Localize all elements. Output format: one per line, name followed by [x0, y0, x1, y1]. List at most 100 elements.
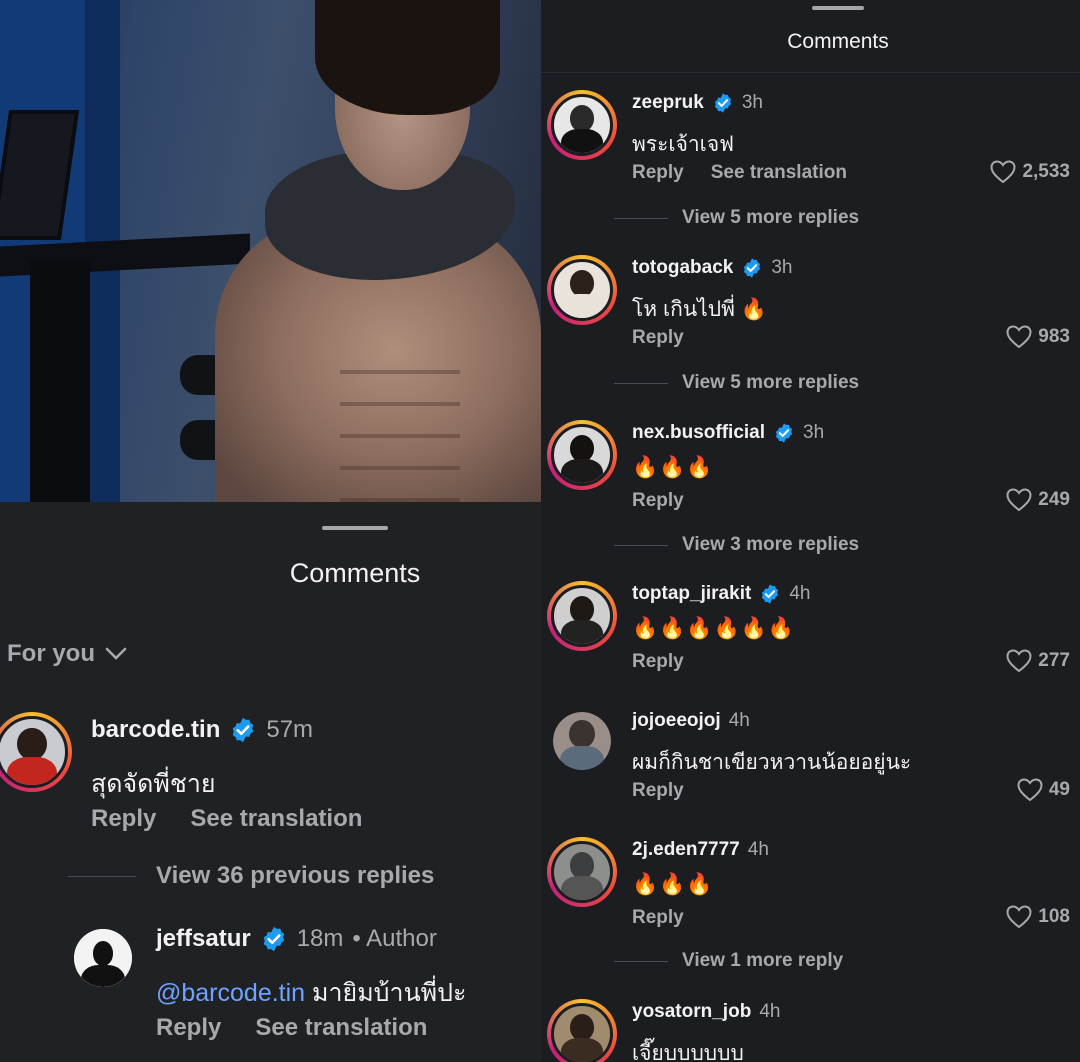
comment-time: 4h — [759, 1001, 781, 1022]
username[interactable]: nex.busofficial — [632, 422, 765, 444]
heart-outline-icon — [1006, 649, 1032, 673]
reply-button[interactable]: Reply — [632, 780, 684, 802]
verified-badge-icon — [263, 926, 284, 952]
like-button[interactable]: 49 — [1017, 778, 1070, 802]
comment-time: 18m — [296, 925, 344, 952]
verified-badge-icon — [744, 258, 761, 278]
view-more-replies-button[interactable]: View 5 more replies — [614, 207, 859, 229]
comment-text: 🔥🔥🔥🔥🔥🔥 — [632, 617, 795, 640]
avatar[interactable] — [0, 712, 72, 792]
comment-time: 4h — [747, 839, 769, 860]
avatar[interactable] — [74, 929, 132, 987]
sort-dropdown[interactable]: For you — [7, 640, 127, 668]
like-count: 983 — [1038, 326, 1070, 347]
username[interactable]: barcode.tin — [91, 716, 220, 744]
view-more-replies-button[interactable]: View 1 more reply — [614, 950, 843, 972]
heart-outline-icon — [990, 160, 1016, 184]
comment-text: โห เกินไปพี่ 🔥 — [632, 298, 767, 321]
divider — [541, 72, 1080, 73]
username[interactable]: 2j.eden7777 — [632, 839, 740, 861]
chevron-down-icon — [105, 647, 127, 660]
username[interactable]: yosatorn_job — [632, 1001, 751, 1023]
see-translation-button[interactable]: See translation — [255, 1014, 427, 1042]
comment-text: 🔥🔥🔥 — [632, 873, 714, 896]
comment-time: 57m — [266, 716, 314, 743]
username[interactable]: toptap_jirakit — [632, 583, 751, 605]
sheet-title: Comments — [289, 558, 421, 588]
reply-text: @barcode.tin มายิมบ้านพี่ปะ — [156, 973, 466, 1013]
author-tag: • Author — [352, 925, 437, 952]
divider — [614, 960, 668, 962]
like-button[interactable]: 277 — [1006, 649, 1070, 673]
sheet-title: Comments — [787, 30, 889, 53]
avatar[interactable] — [547, 837, 617, 907]
like-button[interactable]: 108 — [1006, 905, 1070, 929]
avatar[interactable] — [547, 90, 617, 160]
reply-button[interactable]: Reply — [156, 1014, 221, 1042]
reply-actions: Reply See translation — [156, 1014, 427, 1042]
reply-body: มายิมบ้านพี่ปะ — [305, 979, 467, 1007]
see-translation-button[interactable]: See translation — [190, 805, 362, 833]
username[interactable]: jojoeeojoj — [632, 710, 721, 732]
like-count: 2,533 — [1022, 161, 1070, 182]
right-screenshot: Comments zeepruk 3h พระเจ้าเจฟ Reply See… — [541, 0, 1080, 1062]
see-translation-button[interactable]: See translation — [711, 162, 847, 184]
mention-link[interactable]: @barcode.tin — [156, 979, 305, 1007]
comment-time: 3h — [741, 92, 763, 113]
reply-button[interactable]: Reply — [632, 651, 684, 673]
comment-text: พระเจ้าเจฟ — [632, 133, 735, 156]
comment-text: ผมก็กินชาเขียวหวานน้อยอยู่นะ — [632, 751, 912, 774]
heart-outline-icon — [1006, 905, 1032, 929]
comment-actions: Reply See translation — [91, 805, 362, 833]
view-more-label: View 5 more replies — [682, 372, 860, 393]
comment-time: 4h — [728, 710, 750, 731]
verified-badge-icon — [775, 423, 793, 443]
reply-button[interactable]: Reply — [632, 327, 684, 349]
avatar[interactable] — [547, 255, 617, 325]
view-more-label: View 1 more reply — [682, 950, 844, 971]
view-more-replies-button[interactable]: View 3 more replies — [614, 534, 859, 556]
comment-text: สุดจัดพี่ชาย — [91, 770, 216, 798]
like-button[interactable]: 2,533 — [990, 160, 1070, 184]
like-button[interactable]: 983 — [1006, 325, 1070, 349]
divider — [68, 875, 136, 877]
avatar[interactable] — [553, 712, 611, 770]
left-screenshot: Comments For you barcode.tin 57m สุดจัดพ… — [0, 0, 541, 1062]
avatar[interactable] — [547, 581, 617, 651]
username[interactable]: jeffsatur — [156, 925, 251, 953]
divider — [614, 544, 668, 546]
view-more-replies-button[interactable]: View 5 more replies — [614, 372, 859, 394]
view-more-label: View 5 more replies — [682, 207, 860, 228]
reply-button[interactable]: Reply — [632, 907, 684, 929]
verified-badge-icon — [714, 93, 731, 113]
avatar[interactable] — [547, 999, 617, 1062]
drag-handle[interactable] — [322, 526, 388, 530]
comments-sheet: Comments For you barcode.tin 57m สุดจัดพ… — [0, 502, 541, 1062]
like-count: 249 — [1038, 489, 1070, 510]
like-count: 49 — [1048, 779, 1070, 800]
view-previous-label: View 36 previous replies — [156, 862, 435, 889]
comment-header: barcode.tin 57m — [91, 716, 313, 744]
reply-button[interactable]: Reply — [91, 805, 156, 833]
view-more-label: View 3 more replies — [682, 534, 860, 555]
comment-text: 🔥🔥🔥 — [632, 456, 714, 479]
username[interactable]: zeepruk — [632, 92, 704, 114]
avatar[interactable] — [547, 420, 617, 490]
comment-time: 3h — [803, 422, 825, 443]
post-photo[interactable] — [0, 0, 541, 502]
drag-handle[interactable] — [812, 6, 864, 10]
reply-button[interactable]: Reply — [632, 162, 684, 184]
like-button[interactable]: 249 — [1006, 488, 1070, 512]
comment-time: 4h — [789, 583, 811, 604]
reply-header: jeffsatur 18m • Author — [156, 925, 437, 953]
username[interactable]: totogaback — [632, 257, 733, 279]
verified-badge-icon — [233, 717, 254, 743]
view-previous-replies-button[interactable]: View 36 previous replies — [68, 862, 434, 890]
heart-outline-icon — [1006, 325, 1032, 349]
divider — [614, 382, 668, 384]
heart-outline-icon — [1006, 488, 1032, 512]
heart-outline-icon — [1017, 778, 1043, 802]
comment-text: เจี๊ยบบบบบบ — [632, 1042, 744, 1062]
reply-button[interactable]: Reply — [632, 490, 684, 512]
divider — [614, 217, 668, 219]
